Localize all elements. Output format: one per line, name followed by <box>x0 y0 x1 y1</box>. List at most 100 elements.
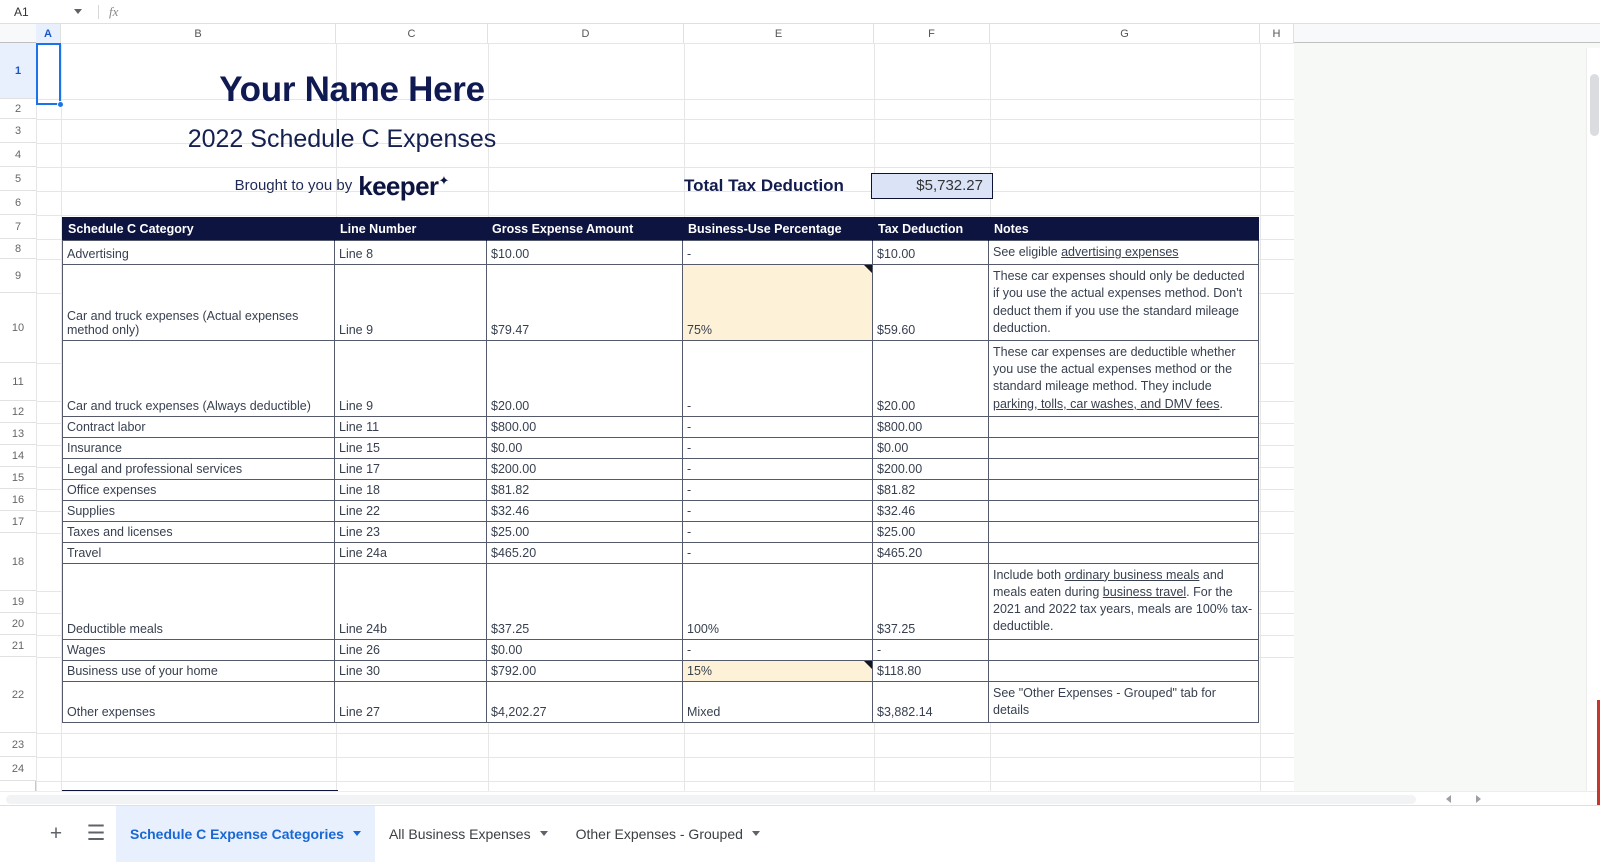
cell-category[interactable]: Business use of your home <box>63 660 335 681</box>
cell-line-number[interactable]: Line 8 <box>335 241 487 265</box>
row-header-10[interactable]: 10 <box>0 293 36 363</box>
row-header-19[interactable]: 19 <box>0 591 36 613</box>
cell-line-number[interactable]: Line 30 <box>335 660 487 681</box>
note-link[interactable]: parking, tolls, car washes, and DMV fees <box>993 397 1220 411</box>
cell-tax-deduction[interactable]: $200.00 <box>873 458 989 479</box>
grid-canvas[interactable]: Your Name Here 2022 Schedule C Expenses … <box>36 43 1600 805</box>
row-header-13[interactable]: 13 <box>0 423 36 445</box>
row-header-6[interactable]: 6 <box>0 191 36 215</box>
cell-gross-amount[interactable]: $0.00 <box>487 639 683 660</box>
cell-notes[interactable]: Include both ordinary business meals and… <box>989 563 1259 639</box>
cell-tax-deduction[interactable]: $25.00 <box>873 521 989 542</box>
cell-notes[interactable]: See "Other Expenses - Grouped" tab for d… <box>989 681 1259 722</box>
cell-line-number[interactable]: Line 9 <box>335 265 487 341</box>
formula-input[interactable] <box>118 0 1600 24</box>
chevron-down-icon[interactable] <box>74 9 82 14</box>
cell-tax-deduction[interactable]: $32.46 <box>873 500 989 521</box>
row-header-2[interactable]: 2 <box>0 99 36 119</box>
cell-line-number[interactable]: Line 22 <box>335 500 487 521</box>
cell-gross-amount[interactable]: $800.00 <box>487 416 683 437</box>
row-header-21[interactable]: 21 <box>0 635 36 657</box>
table-row[interactable]: Legal and professional servicesLine 17$2… <box>63 458 1259 479</box>
cell-notes[interactable] <box>989 521 1259 542</box>
cell-gross-amount[interactable]: $792.00 <box>487 660 683 681</box>
row-header-11[interactable]: 11 <box>0 363 36 401</box>
cell-notes[interactable] <box>989 437 1259 458</box>
sheet-tab-0[interactable]: Schedule C Expense Categories <box>116 806 375 862</box>
horizontal-scrollbar[interactable] <box>0 791 1600 805</box>
row-header-9[interactable]: 9 <box>0 259 36 293</box>
cell-notes[interactable] <box>989 479 1259 500</box>
cell-business-use-percentage[interactable]: - <box>683 437 873 458</box>
cell-line-number[interactable]: Line 9 <box>335 341 487 417</box>
cell-tax-deduction[interactable]: $59.60 <box>873 265 989 341</box>
cell-gross-amount[interactable]: $25.00 <box>487 521 683 542</box>
cell-business-use-percentage[interactable]: 15% <box>683 660 873 681</box>
table-row[interactable]: Business use of your homeLine 30$792.001… <box>63 660 1259 681</box>
table-row[interactable]: AdvertisingLine 8$10.00-$10.00See eligib… <box>63 241 1259 265</box>
cell-category[interactable]: Office expenses <box>63 479 335 500</box>
cell-category[interactable]: Contract labor <box>63 416 335 437</box>
row-header-4[interactable]: 4 <box>0 143 36 167</box>
cell-notes[interactable] <box>989 542 1259 563</box>
cell-business-use-percentage[interactable]: - <box>683 521 873 542</box>
cell-notes[interactable] <box>989 639 1259 660</box>
cell-business-use-percentage[interactable]: 100% <box>683 563 873 639</box>
cell-notes[interactable] <box>989 416 1259 437</box>
cell-gross-amount[interactable]: $37.25 <box>487 563 683 639</box>
chevron-down-icon[interactable] <box>752 831 760 836</box>
cell-line-number[interactable]: Line 26 <box>335 639 487 660</box>
row-header-20[interactable]: 20 <box>0 613 36 635</box>
cell-business-use-percentage[interactable]: Mixed <box>683 681 873 722</box>
row-header-18[interactable]: 18 <box>0 533 36 591</box>
cell-business-use-percentage[interactable]: - <box>683 458 873 479</box>
note-link[interactable]: advertising expenses <box>1061 245 1178 259</box>
cell-category[interactable]: Other expenses <box>63 681 335 722</box>
cell-tax-deduction[interactable]: $10.00 <box>873 241 989 265</box>
cell-notes[interactable] <box>989 660 1259 681</box>
row-header-5[interactable]: 5 <box>0 167 36 191</box>
name-box[interactable]: A1 <box>0 0 96 24</box>
column-header-a[interactable]: A <box>36 24 61 43</box>
cell-notes[interactable]: See eligible advertising expenses <box>989 241 1259 265</box>
table-row[interactable]: InsuranceLine 15$0.00-$0.00 <box>63 437 1259 458</box>
table-row[interactable]: Contract laborLine 11$800.00-$800.00 <box>63 416 1259 437</box>
cell-tax-deduction[interactable]: $3,882.14 <box>873 681 989 722</box>
cell-tax-deduction[interactable]: $20.00 <box>873 341 989 417</box>
cell-gross-amount[interactable]: $79.47 <box>487 265 683 341</box>
cell-tax-deduction[interactable]: $81.82 <box>873 479 989 500</box>
table-row[interactable]: TravelLine 24a$465.20-$465.20 <box>63 542 1259 563</box>
cell-notes[interactable]: These car expenses are deductible whethe… <box>989 341 1259 417</box>
row-header-12[interactable]: 12 <box>0 401 36 423</box>
cell-tax-deduction[interactable]: $37.25 <box>873 563 989 639</box>
cell-category[interactable]: Supplies <box>63 500 335 521</box>
row-header-1[interactable]: 1 <box>0 43 36 99</box>
table-row[interactable]: Car and truck expenses (Always deductibl… <box>63 341 1259 417</box>
row-header-3[interactable]: 3 <box>0 119 36 143</box>
column-header-d[interactable]: D <box>488 24 684 43</box>
column-header-e[interactable]: E <box>684 24 874 43</box>
cell-category[interactable]: Car and truck expenses (Actual expenses … <box>63 265 335 341</box>
column-header-h[interactable]: H <box>1260 24 1294 43</box>
row-header-7[interactable]: 7 <box>0 215 36 239</box>
table-row[interactable]: Taxes and licensesLine 23$25.00-$25.00 <box>63 521 1259 542</box>
note-link[interactable]: business travel <box>1103 585 1186 599</box>
cell-business-use-percentage[interactable]: 75% <box>683 265 873 341</box>
cell-tax-deduction[interactable]: $465.20 <box>873 542 989 563</box>
cell-gross-amount[interactable]: $200.00 <box>487 458 683 479</box>
column-header-b[interactable]: B <box>61 24 336 43</box>
cell-line-number[interactable]: Line 27 <box>335 681 487 722</box>
note-link[interactable]: ordinary business meals <box>1065 568 1200 582</box>
cell-tax-deduction[interactable]: $118.80 <box>873 660 989 681</box>
table-row[interactable]: Office expensesLine 18$81.82-$81.82 <box>63 479 1259 500</box>
sheet-tab-1[interactable]: All Business Expenses <box>375 806 562 862</box>
row-header-22[interactable]: 22 <box>0 657 36 733</box>
cell-line-number[interactable]: Line 24b <box>335 563 487 639</box>
cell-category[interactable]: Car and truck expenses (Always deductibl… <box>63 341 335 417</box>
cell-gross-amount[interactable]: $0.00 <box>487 437 683 458</box>
cell-category[interactable]: Legal and professional services <box>63 458 335 479</box>
row-header-23[interactable]: 23 <box>0 733 36 757</box>
cell-gross-amount[interactable]: $465.20 <box>487 542 683 563</box>
cell-line-number[interactable]: Line 15 <box>335 437 487 458</box>
cell-notes[interactable]: These car expenses should only be deduct… <box>989 265 1259 341</box>
